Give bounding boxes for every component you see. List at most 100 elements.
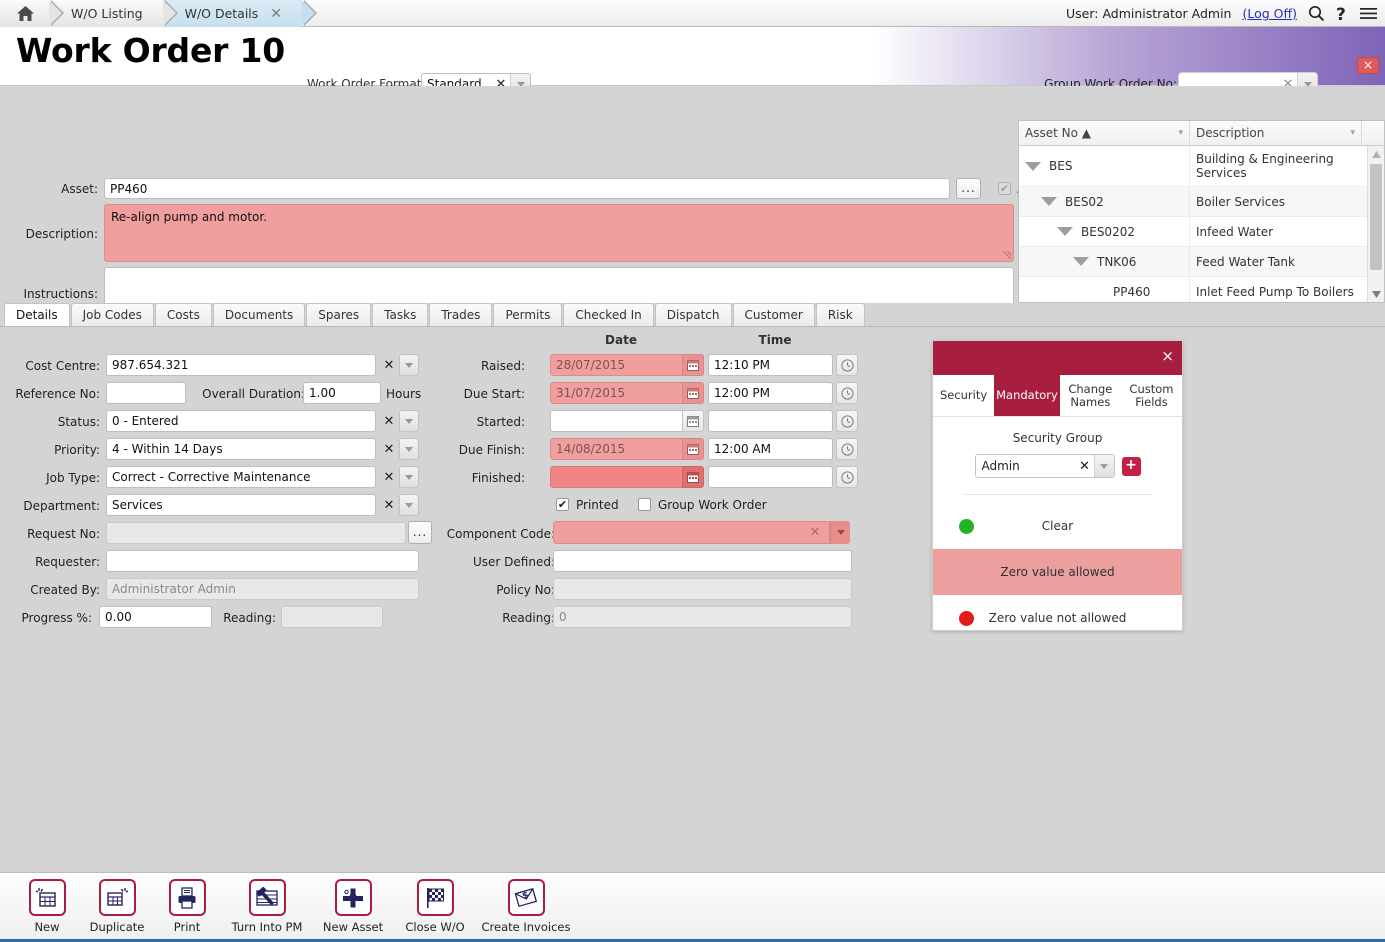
clock-icon[interactable]: [836, 466, 858, 488]
search-icon[interactable]: [1308, 5, 1325, 22]
turn-into-pm-button[interactable]: Turn Into PM: [222, 879, 312, 934]
due-finish-time-input[interactable]: 12:00 AM: [708, 438, 833, 460]
asset-lookup-button[interactable]: ...: [956, 178, 981, 199]
tab-details[interactable]: Details: [4, 303, 70, 326]
chevron-down-icon[interactable]: ▾: [1178, 128, 1183, 138]
chevron-down-icon[interactable]: [399, 494, 419, 516]
tab-permits[interactable]: Permits: [493, 303, 563, 326]
tab-tasks[interactable]: Tasks: [372, 303, 429, 326]
group-work-order-checkbox[interactable]: [638, 498, 651, 511]
reference-no-input[interactable]: [106, 382, 186, 404]
clear-icon[interactable]: ✕: [806, 525, 824, 540]
expander-icon[interactable]: [1073, 257, 1089, 266]
printed-checkbox[interactable]: ✔: [556, 498, 569, 511]
table-row[interactable]: BES02 Boiler Services: [1019, 187, 1384, 217]
vertical-scrollbar[interactable]: [1367, 146, 1384, 302]
cost-centre-input[interactable]: 987.654.321: [106, 354, 376, 376]
progress-input[interactable]: 0.00: [99, 606, 212, 628]
tab-risk[interactable]: Risk: [815, 303, 865, 326]
clock-icon[interactable]: [836, 410, 858, 432]
started-date-input[interactable]: [550, 410, 683, 432]
scrollbar-thumb[interactable]: [1370, 164, 1382, 270]
tab-checked-in[interactable]: Checked In: [563, 303, 654, 326]
scroll-down-icon[interactable]: [1368, 286, 1384, 302]
close-window-button[interactable]: ×: [1357, 57, 1379, 74]
started-time-input[interactable]: [708, 410, 833, 432]
calendar-icon[interactable]: [682, 466, 704, 488]
tab-costs[interactable]: Costs: [154, 303, 212, 326]
chevron-down-icon[interactable]: [1093, 455, 1114, 477]
due-start-date-input[interactable]: 31/07/2015: [550, 382, 683, 404]
duplicate-button[interactable]: Duplicate: [82, 879, 152, 934]
log-off-link[interactable]: (Log Off): [1242, 6, 1297, 21]
due-start-time-input[interactable]: 12:00 PM: [708, 382, 833, 404]
department-select[interactable]: Services: [106, 494, 376, 516]
tab-job-codes[interactable]: Job Codes: [70, 303, 154, 326]
chevron-down-icon[interactable]: [830, 521, 850, 544]
component-code-select[interactable]: ✕: [553, 521, 830, 544]
clear-icon[interactable]: ✕: [380, 442, 398, 457]
close-wo-button[interactable]: Close W/O: [394, 879, 476, 934]
column-header-asset-no[interactable]: Asset No ▲ ▾: [1019, 121, 1190, 145]
clear-icon[interactable]: ✕: [380, 498, 398, 513]
breadcrumb-home[interactable]: [0, 0, 64, 27]
clear-icon[interactable]: ✕: [380, 358, 398, 373]
asset-input[interactable]: PP460: [104, 178, 950, 199]
chevron-down-icon[interactable]: [399, 438, 419, 460]
overall-duration-input[interactable]: 1.00: [303, 382, 381, 404]
raised-time-input[interactable]: 12:10 PM: [708, 354, 833, 376]
chevron-down-icon[interactable]: [399, 466, 419, 488]
raised-date-input[interactable]: 28/07/2015: [550, 354, 683, 376]
tab-trades[interactable]: Trades: [429, 303, 493, 326]
clear-icon[interactable]: ✕: [380, 470, 398, 485]
security-group-select[interactable]: Admin ✕: [974, 454, 1115, 478]
table-row[interactable]: TNK06 Feed Water Tank: [1019, 247, 1384, 277]
calendar-icon[interactable]: [682, 410, 704, 432]
breadcrumb-wo-listing[interactable]: W/O Listing: [49, 0, 178, 27]
clock-icon[interactable]: [836, 438, 858, 460]
status-select[interactable]: 0 - Entered: [106, 410, 376, 432]
finished-time-input[interactable]: [708, 466, 833, 488]
expander-icon[interactable]: [1041, 197, 1057, 206]
table-row[interactable]: BES Building & Engineering Services: [1019, 146, 1384, 187]
due-finish-date-input[interactable]: 14/08/2015: [550, 438, 683, 460]
legend-tab-custom-fields[interactable]: Custom Fields: [1121, 375, 1182, 416]
clear-icon[interactable]: ✕: [1076, 459, 1094, 474]
asset-tree-grid[interactable]: Asset No ▲ ▾ Description ▾ BES Building …: [1018, 120, 1385, 303]
table-row[interactable]: BES0202 Infeed Water: [1019, 217, 1384, 247]
legend-tab-change-names[interactable]: Change Names: [1060, 375, 1121, 416]
tab-dispatch[interactable]: Dispatch: [654, 303, 732, 326]
expander-icon[interactable]: [1057, 227, 1073, 236]
close-icon[interactable]: ×: [1161, 347, 1174, 365]
job-type-select[interactable]: Correct - Corrective Maintenance: [106, 466, 376, 488]
calendar-icon[interactable]: [682, 438, 704, 460]
clock-icon[interactable]: [836, 354, 858, 376]
create-invoices-button[interactable]: $ Create Invoices: [476, 879, 576, 934]
clear-icon[interactable]: ✕: [380, 414, 398, 429]
calendar-icon[interactable]: [682, 382, 704, 404]
legend-tab-mandatory[interactable]: Mandatory: [994, 375, 1060, 416]
close-icon[interactable]: ✕: [270, 7, 282, 21]
help-icon[interactable]: ?: [1336, 5, 1349, 23]
user-defined-input[interactable]: [553, 550, 852, 572]
requester-input[interactable]: [106, 550, 419, 572]
request-lookup-button[interactable]: ...: [408, 521, 432, 544]
tab-customer[interactable]: Customer: [732, 303, 815, 326]
finished-date-input[interactable]: [550, 466, 683, 488]
expander-icon[interactable]: [1025, 161, 1041, 171]
chevron-down-icon[interactable]: ▾: [1350, 128, 1355, 138]
chevron-down-icon[interactable]: [399, 410, 419, 432]
tab-documents[interactable]: Documents: [212, 303, 306, 326]
clock-icon[interactable]: [836, 382, 858, 404]
menu-icon[interactable]: [1360, 7, 1377, 20]
calendar-icon[interactable]: [682, 354, 704, 376]
active-checkbox[interactable]: ✔: [998, 182, 1011, 195]
legend-tab-security[interactable]: Security: [933, 375, 994, 416]
column-header-description[interactable]: Description ▾: [1190, 121, 1362, 145]
priority-select[interactable]: 4 - Within 14 Days: [106, 438, 376, 460]
mandatory-legend-popup[interactable]: × Security Mandatory Change Names Custom…: [932, 340, 1183, 631]
scroll-up-icon[interactable]: [1368, 146, 1384, 162]
table-row[interactable]: PP460 Inlet Feed Pump To Boilers: [1019, 277, 1384, 302]
new-button[interactable]: New: [12, 879, 82, 934]
tab-spares[interactable]: Spares: [306, 303, 372, 326]
